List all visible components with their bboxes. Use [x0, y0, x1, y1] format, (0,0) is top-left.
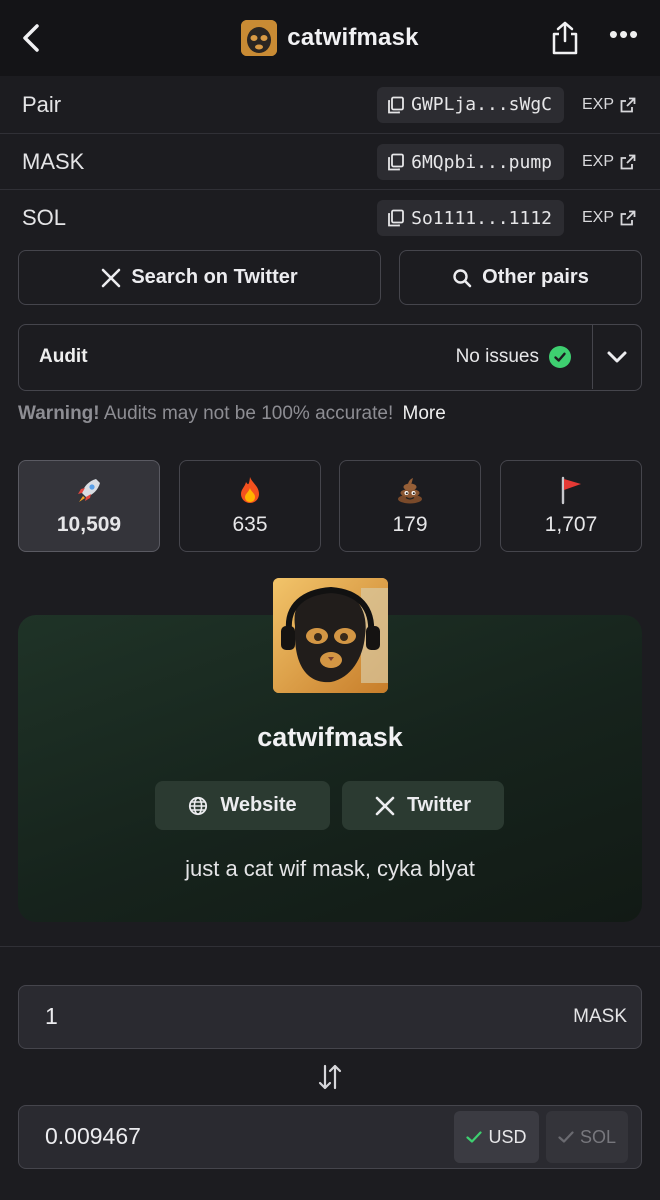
explorer-label: EXP [581, 95, 614, 113]
token-name: catwifmask [257, 722, 403, 752]
globe-icon [189, 796, 208, 815]
copy-icon [388, 153, 405, 171]
reaction-poop-button[interactable]: 179 [339, 460, 481, 552]
other-pairs-label: Other pairs [482, 266, 589, 288]
search-on-twitter-button[interactable]: Search on Twitter [18, 250, 381, 305]
copy-address-button[interactable]: So1111...1112 [377, 200, 564, 236]
currency-sol-label: SOL [579, 1126, 617, 1147]
warning-text: Audits may not be 100% accurate! [103, 403, 394, 424]
audit-panel[interactable]: Audit No issues [18, 324, 642, 391]
address-row-token: MASK 6MQpbi...pump EXP [0, 133, 660, 190]
check-icon [466, 1131, 483, 1143]
token-description: just a cat wif mask, cyka blyat [185, 856, 475, 881]
copy-icon [388, 209, 405, 227]
website-button[interactable]: Website [155, 781, 330, 830]
audit-divider [591, 325, 593, 389]
page-title-group: catwifmask [241, 20, 419, 56]
explorer-link[interactable]: EXP [582, 209, 636, 227]
search-icon [453, 268, 472, 287]
chevron-left-icon[interactable] [18, 22, 46, 54]
copy-icon [388, 96, 405, 113]
reaction-fire-button[interactable]: 635 [179, 460, 321, 552]
reaction-count: 179 [392, 513, 428, 536]
external-link-icon [620, 97, 636, 112]
audit-status: No issues [456, 346, 571, 368]
search-on-twitter-label: Search on Twitter [131, 266, 298, 288]
explorer-link[interactable]: EXP [582, 96, 636, 114]
other-pairs-button[interactable]: Other pairs [399, 250, 642, 305]
check-circle-icon [549, 346, 571, 368]
explorer-link[interactable]: EXP [582, 153, 636, 171]
external-link-icon [620, 154, 636, 170]
page-title: catwifmask [287, 24, 419, 51]
swap-arrows-icon[interactable] [316, 1062, 344, 1092]
token-amount-value[interactable]: 1 [45, 1003, 58, 1030]
check-icon [558, 1131, 574, 1143]
reaction-count: 10,509 [56, 513, 122, 536]
audit-label: Audit [39, 346, 88, 367]
converted-amount-input[interactable]: 0.009467 USD SOL [18, 1105, 642, 1169]
address-value: So1111...1112 [411, 207, 552, 229]
address-label: Pair [22, 91, 62, 117]
token-unit-label: MASK [573, 1006, 627, 1027]
audit-status-text: No issues [455, 346, 539, 367]
address-row-sol: SOL So1111...1112 EXP [0, 189, 660, 246]
share-icon[interactable] [548, 20, 582, 56]
fire-icon [241, 477, 259, 503]
reaction-count: 635 [232, 513, 268, 536]
external-link-icon [620, 210, 636, 226]
explorer-label: EXP [581, 209, 614, 226]
warning-more-link[interactable]: More [403, 403, 446, 424]
address-label: SOL [22, 205, 67, 230]
address-value: GWPLja...sWgC [411, 94, 552, 115]
rocket-icon [78, 479, 100, 502]
reaction-rocket-button[interactable]: 10,509 [18, 460, 160, 552]
currency-sol-button[interactable]: SOL [546, 1111, 628, 1163]
cat-mask-thumb-icon [241, 20, 278, 56]
warning-title: Warning! [18, 403, 100, 424]
reaction-flag-button[interactable]: 1,707 [500, 460, 642, 552]
twitter-button[interactable]: Twitter [342, 781, 504, 830]
chevron-down-icon[interactable] [605, 345, 629, 369]
audit-warning: Warning! Audits may not be 100% accurate… [18, 403, 446, 425]
x-logo-icon [375, 796, 395, 815]
currency-usd-button[interactable]: USD [454, 1111, 539, 1163]
token-avatar-small [241, 20, 278, 56]
token-amount-input[interactable]: 1 MASK [18, 985, 642, 1049]
token-image [273, 578, 388, 693]
ellipsis-icon[interactable]: ••• [606, 21, 642, 52]
explorer-label: EXP [581, 153, 614, 170]
top-bar: catwifmask ••• [0, 0, 660, 76]
poop-icon [398, 478, 422, 504]
address-label: MASK [22, 149, 85, 174]
twitter-label: Twitter [406, 794, 472, 816]
website-label: Website [220, 794, 297, 816]
section-divider [0, 946, 660, 947]
reaction-count: 1,707 [544, 513, 598, 536]
copy-address-button[interactable]: GWPLja...sWgC [377, 86, 564, 123]
converted-amount-value[interactable]: 0.009467 [45, 1123, 141, 1150]
red-flag-icon [561, 476, 581, 505]
copy-address-button[interactable]: 6MQpbi...pump [377, 144, 564, 180]
cat-mask-picture [273, 578, 388, 693]
address-row-pair: Pair GWPLja...sWgC EXP [0, 76, 660, 133]
currency-usd-label: USD [488, 1126, 527, 1147]
address-value: 6MQpbi...pump [411, 151, 552, 173]
x-logo-icon [102, 268, 121, 287]
